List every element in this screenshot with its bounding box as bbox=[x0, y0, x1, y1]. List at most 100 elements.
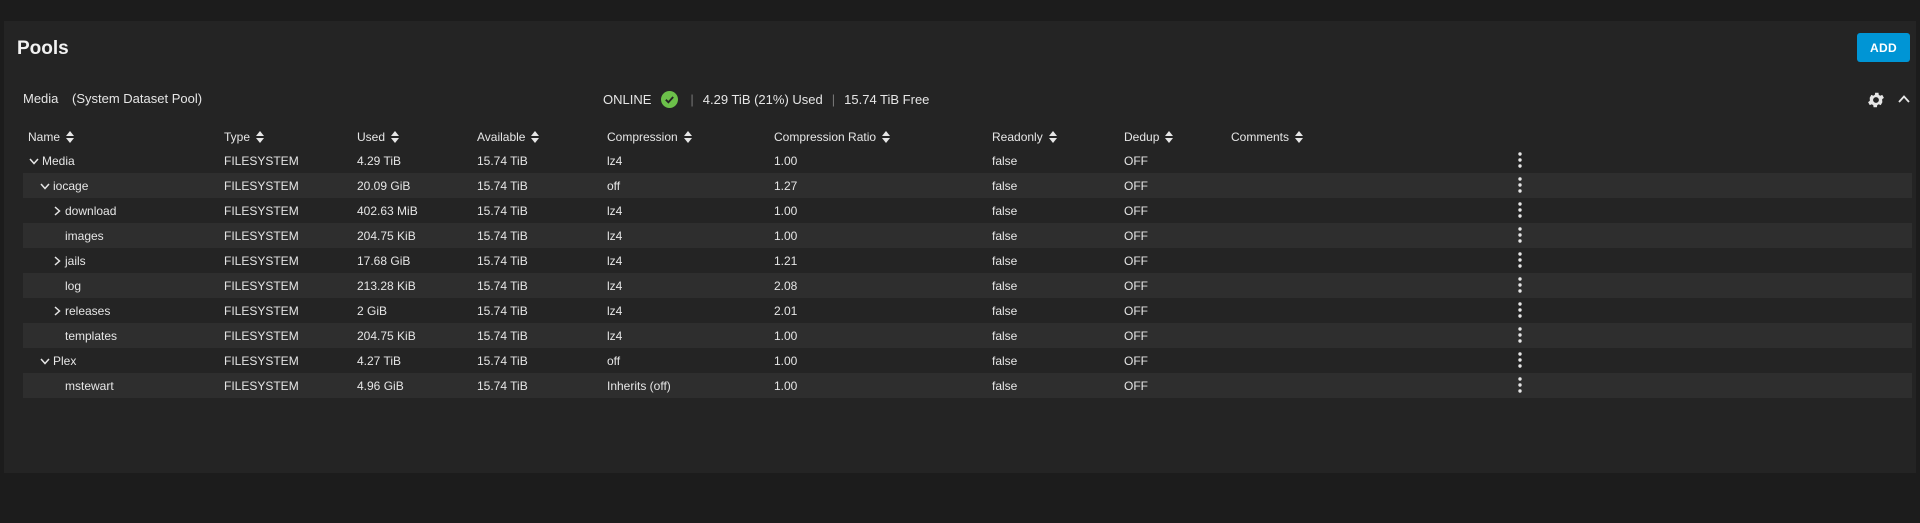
sort-icon bbox=[391, 131, 400, 143]
more-vert-icon[interactable] bbox=[1517, 277, 1523, 293]
check-circle-icon bbox=[661, 90, 679, 108]
sort-icon bbox=[1165, 131, 1174, 143]
chevron-up-icon[interactable] bbox=[1897, 92, 1911, 106]
cell-ratio: 1.27 bbox=[774, 178, 798, 193]
column-header-comments[interactable]: Comments bbox=[1231, 127, 1304, 147]
column-header-readonly[interactable]: Readonly bbox=[992, 127, 1057, 147]
cell-type: FILESYSTEM bbox=[224, 203, 299, 218]
cell-name: Media bbox=[29, 148, 75, 173]
more-vert-icon[interactable] bbox=[1517, 327, 1523, 343]
table-row[interactable]: download FILESYSTEM 402.63 MiB 15.74 TiB lz4… bbox=[23, 198, 1912, 223]
more-vert-icon[interactable] bbox=[1517, 377, 1523, 393]
cell-dedup: OFF bbox=[1124, 378, 1148, 393]
cell-available: 15.74 TiB bbox=[477, 303, 528, 318]
column-header-type[interactable]: Type bbox=[224, 127, 265, 147]
pool-header: Media (System Dataset Pool) ONLINE | 4.2… bbox=[4, 77, 1916, 127]
more-vert-icon[interactable] bbox=[1517, 177, 1523, 193]
table-header: Name Type Used Available Compression Compress… bbox=[23, 127, 1912, 147]
more-vert-icon[interactable] bbox=[1517, 202, 1523, 218]
chevron-down-icon[interactable] bbox=[29, 156, 39, 166]
column-header-ratio[interactable]: Compression Ratio bbox=[774, 127, 891, 147]
chevron-right-icon[interactable] bbox=[52, 255, 62, 266]
table-row[interactable]: releases FILESYSTEM 2 GiB 15.74 TiB lz4 2.01 f… bbox=[23, 298, 1912, 323]
cell-compression: Inherits (off) bbox=[607, 378, 671, 393]
cell-dedup: OFF bbox=[1124, 278, 1148, 293]
table-row[interactable]: iocage FILESYSTEM 20.09 GiB 15.74 TiB off 1.2… bbox=[23, 173, 1912, 198]
sort-icon bbox=[1295, 131, 1304, 143]
cell-name: log bbox=[52, 273, 81, 298]
more-vert-icon[interactable] bbox=[1517, 227, 1523, 243]
column-header-label: Type bbox=[224, 130, 251, 144]
more-vert-icon[interactable] bbox=[1517, 152, 1523, 168]
chevron-down-icon[interactable] bbox=[40, 181, 50, 191]
gear-icon[interactable] bbox=[1866, 90, 1886, 110]
cell-type: FILESYSTEM bbox=[224, 278, 299, 293]
cell-type: FILESYSTEM bbox=[224, 153, 299, 168]
page-title: Pools bbox=[17, 38, 69, 59]
column-header-used[interactable]: Used bbox=[357, 127, 400, 147]
more-vert-icon[interactable] bbox=[1517, 252, 1523, 268]
cell-type: FILESYSTEM bbox=[224, 353, 299, 368]
table-row[interactable]: Media FILESYSTEM 4.29 TiB 15.74 TiB lz4 1.00 f… bbox=[23, 148, 1912, 173]
cell-available: 15.74 TiB bbox=[477, 278, 528, 293]
cell-name: releases bbox=[52, 298, 110, 323]
pools-card: Pools ADD Media (System Dataset Pool) ON… bbox=[4, 21, 1916, 473]
cell-compression: lz4 bbox=[607, 253, 623, 268]
cell-ratio: 1.00 bbox=[774, 353, 798, 368]
table-row[interactable]: mstewart FILESYSTEM 4.96 GiB 15.74 TiB Inher… bbox=[23, 373, 1912, 398]
column-header-label: Comments bbox=[1231, 130, 1290, 144]
column-header-available[interactable]: Available bbox=[477, 127, 540, 147]
dataset-name: jails bbox=[65, 253, 86, 268]
divider: | bbox=[690, 91, 694, 107]
cell-type: FILESYSTEM bbox=[224, 178, 299, 193]
chevron-right-icon[interactable] bbox=[52, 205, 62, 216]
more-vert-icon[interactable] bbox=[1517, 352, 1523, 368]
chevron-right-icon[interactable] bbox=[52, 305, 62, 316]
chevron-down-icon[interactable] bbox=[40, 356, 50, 366]
column-header-compression[interactable]: Compression bbox=[607, 127, 692, 147]
column-header-name[interactable]: Name bbox=[28, 127, 75, 147]
cell-name: jails bbox=[52, 248, 86, 273]
sort-icon bbox=[683, 131, 692, 143]
cell-ratio: 1.00 bbox=[774, 203, 798, 218]
cell-compression: lz4 bbox=[607, 278, 623, 293]
table-row[interactable]: images FILESYSTEM 204.75 KiB 15.74 TiB lz4 1.… bbox=[23, 223, 1912, 248]
table-row[interactable]: Plex FILESYSTEM 4.27 TiB 15.74 TiB off 1.00 fa… bbox=[23, 348, 1912, 373]
cell-name: templates bbox=[52, 323, 117, 348]
cell-dedup: OFF bbox=[1124, 203, 1148, 218]
column-header-label: Readonly bbox=[992, 130, 1043, 144]
cell-type: FILESYSTEM bbox=[224, 303, 299, 318]
cell-used: 2 GiB bbox=[357, 303, 388, 318]
cell-available: 15.74 TiB bbox=[477, 228, 528, 243]
cell-used: 4.96 GiB bbox=[357, 378, 404, 393]
cell-ratio: 1.00 bbox=[774, 328, 798, 343]
pool-status-text: ONLINE bbox=[603, 91, 652, 107]
cell-dedup: OFF bbox=[1124, 228, 1148, 243]
sort-icon bbox=[1048, 131, 1057, 143]
cell-dedup: OFF bbox=[1124, 253, 1148, 268]
cell-compression: lz4 bbox=[607, 228, 623, 243]
sort-icon bbox=[256, 131, 265, 143]
pool-status: ONLINE | 4.29 TiB (21%) Used | 15.74 TiB… bbox=[603, 89, 929, 109]
cell-available: 15.74 TiB bbox=[477, 328, 528, 343]
table-row[interactable]: jails FILESYSTEM 17.68 GiB 15.74 TiB lz4 1.21… bbox=[23, 248, 1912, 273]
dataset-name: images bbox=[65, 228, 104, 243]
column-header-label: Name bbox=[28, 130, 61, 144]
sort-icon bbox=[66, 131, 75, 143]
cell-type: FILESYSTEM bbox=[224, 228, 299, 243]
column-header-dedup[interactable]: Dedup bbox=[1124, 127, 1174, 147]
sort-icon bbox=[531, 131, 540, 143]
cell-available: 15.74 TiB bbox=[477, 378, 528, 393]
add-button[interactable]: ADD bbox=[1857, 33, 1910, 62]
cell-type: FILESYSTEM bbox=[224, 378, 299, 393]
more-vert-icon[interactable] bbox=[1517, 302, 1523, 318]
cell-readonly: false bbox=[992, 278, 1018, 293]
pool-name: Media bbox=[23, 91, 59, 106]
cell-readonly: false bbox=[992, 328, 1018, 343]
table-row[interactable]: templates FILESYSTEM 204.75 KiB 15.74 TiB lz… bbox=[23, 323, 1912, 348]
cell-ratio: 2.01 bbox=[774, 303, 798, 318]
cell-available: 15.74 TiB bbox=[477, 353, 528, 368]
cell-available: 15.74 TiB bbox=[477, 253, 528, 268]
dataset-name: download bbox=[65, 203, 117, 218]
table-row[interactable]: log FILESYSTEM 213.28 KiB 15.74 TiB lz4 2.08 f… bbox=[23, 273, 1912, 298]
